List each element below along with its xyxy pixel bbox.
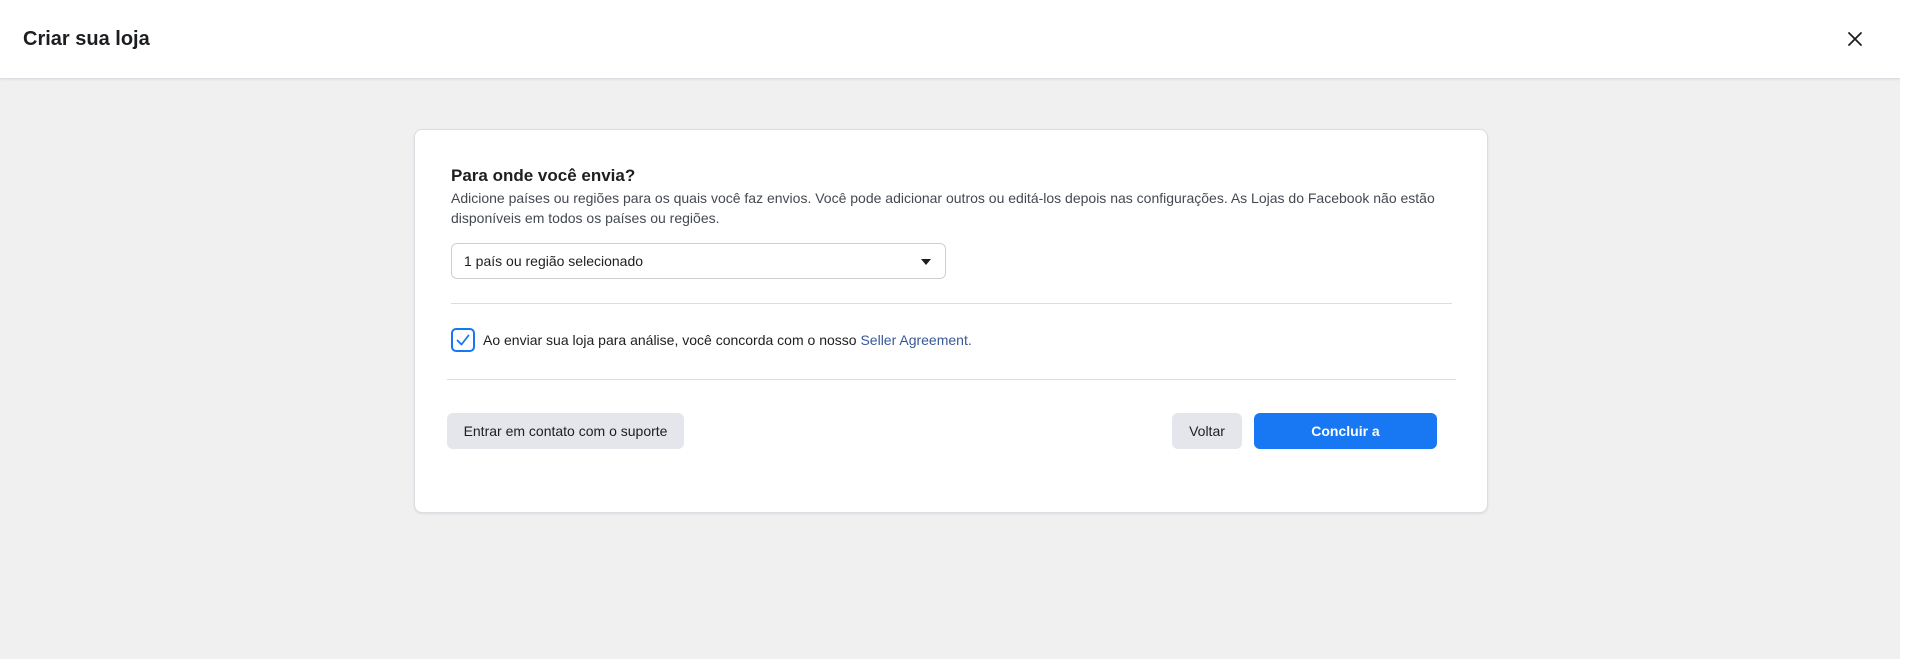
page-title: Criar sua loja (23, 28, 150, 50)
back-button[interactable]: Voltar (1172, 413, 1242, 449)
agreement-statement: Ao enviar sua loja para análise, você co… (483, 332, 861, 348)
contact-support-button[interactable]: Entrar em contato com o suporte (447, 413, 684, 449)
shipping-description: Adicione países ou regiões para os quais… (451, 190, 1435, 226)
country-region-dropdown[interactable]: 1 país ou região selecionado (451, 243, 946, 279)
top-bar: Criar sua loja (0, 0, 1905, 79)
close-button[interactable] (1841, 25, 1869, 53)
scrollbar-track[interactable] (1900, 0, 1905, 659)
caret-down-icon (921, 259, 931, 265)
setup-card: Para onde você envia? Adicione países ou… (414, 129, 1488, 513)
divider (451, 303, 1452, 304)
agreement-checkbox[interactable] (451, 328, 475, 352)
shipping-title: Para onde você envia? (451, 166, 636, 185)
seller-agreement-link[interactable]: Seller Agreement. (860, 332, 971, 348)
close-icon (1848, 32, 1862, 46)
agreement-row: Ao enviar sua loja para análise, você co… (451, 327, 972, 353)
finish-setup-button[interactable]: Concluir a configuração (1254, 413, 1437, 475)
dropdown-selected-value: 1 país ou região selecionado (464, 253, 644, 269)
footer-divider (447, 379, 1456, 380)
checkmark-icon (456, 334, 470, 346)
agreement-text: Ao enviar sua loja para análise, você co… (483, 331, 972, 349)
